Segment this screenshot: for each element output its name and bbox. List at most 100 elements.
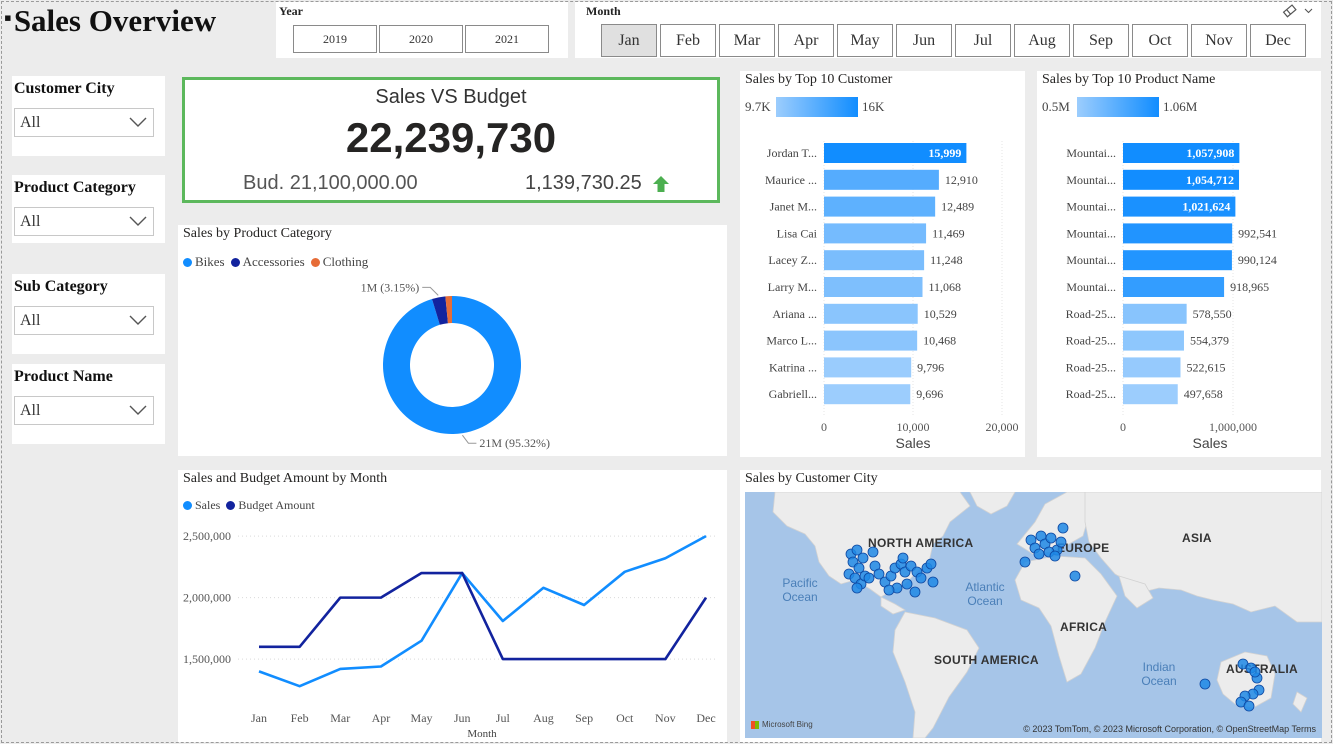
city-point[interactable] (1069, 570, 1081, 582)
month-button-feb[interactable]: Feb (660, 24, 716, 57)
year-slicer-label: Year (279, 4, 303, 18)
city-point[interactable] (901, 578, 913, 590)
bar[interactable] (1123, 223, 1233, 244)
city-point[interactable] (909, 586, 921, 598)
x-tick-label: Jan (251, 711, 267, 725)
sub-category-dropdown[interactable]: All (14, 306, 154, 335)
sub-category-slicer: Sub Category All (12, 274, 165, 354)
month-button-jun[interactable]: Jun (896, 24, 952, 57)
product-category-slicer: Product Category All (12, 175, 165, 243)
product-name-slicer: Product Name All (12, 364, 165, 444)
customer-bar-chart: 9.7K 16K 0 10,000 20,000 Sales Jordan T... 15,9… (745, 97, 1019, 451)
world-map[interactable]: NORTH AMERICA EUROPE ASIA AFRICA SOUTH A… (745, 492, 1322, 738)
customer-city-dropdown[interactable]: All (14, 108, 154, 137)
customer-city-value: All (20, 114, 41, 131)
bar-value-label: 1,054,712 (1186, 173, 1234, 187)
product-category-chart[interactable]: Sales by Product Category Bikes Accessor… (178, 225, 727, 456)
city-point[interactable] (1019, 556, 1031, 568)
x-tick-label: 0 (821, 420, 827, 434)
series-line-sales[interactable] (258, 535, 707, 688)
bar[interactable] (824, 223, 927, 244)
category-label: Road-25... (1066, 360, 1116, 374)
bar[interactable] (824, 169, 939, 190)
bar[interactable] (1123, 330, 1184, 351)
product-name-value: All (20, 402, 41, 419)
month-button-oct[interactable]: Oct (1132, 24, 1188, 57)
bar[interactable] (824, 250, 925, 271)
bar[interactable] (824, 330, 918, 351)
donut-leader-bikes (462, 434, 477, 444)
city-point[interactable] (867, 546, 879, 558)
city-point[interactable] (897, 552, 909, 564)
city-point[interactable] (1199, 678, 1211, 690)
bar[interactable] (824, 303, 918, 324)
bar-value-label: 992,541 (1238, 226, 1277, 240)
gradient-legend-min: 9.7K (745, 99, 771, 114)
product-category-dropdown[interactable]: All (14, 207, 154, 236)
city-point[interactable] (1249, 666, 1261, 678)
bar-value-label: 918,965 (1230, 280, 1269, 294)
bar[interactable] (824, 357, 912, 378)
city-point[interactable] (1045, 532, 1057, 544)
city-point[interactable] (915, 572, 927, 584)
product-name-label: Product Name (14, 368, 113, 385)
bar[interactable] (824, 196, 936, 217)
month-button-mar[interactable]: Mar (719, 24, 775, 57)
bar[interactable] (824, 384, 911, 405)
month-button-apr[interactable]: Apr (778, 24, 834, 57)
city-point[interactable] (925, 558, 937, 570)
year-button-2020[interactable]: 2020 (379, 25, 463, 53)
month-button-jan[interactable]: Jan (601, 24, 657, 57)
bar-value-label: 990,124 (1238, 253, 1277, 267)
bar[interactable] (1123, 384, 1178, 405)
product-name-dropdown[interactable]: All (14, 396, 154, 425)
map-credit[interactable]: © 2023 TomTom, © 2023 Microsoft Corporat… (1023, 724, 1316, 734)
city-point[interactable] (853, 562, 865, 574)
donut-label-bikes: 21M (95.32%) (479, 436, 550, 450)
month-button-sep[interactable]: Sep (1073, 24, 1129, 57)
x-axis-title: Sales (1192, 435, 1227, 451)
top-customer-chart[interactable]: Sales by Top 10 Customer 9.7K 16K 0 10,000 2… (740, 71, 1025, 457)
month-button-dec[interactable]: Dec (1250, 24, 1306, 57)
category-label: Gabriell... (769, 387, 817, 401)
city-point[interactable] (851, 582, 863, 594)
city-point[interactable] (1057, 522, 1069, 534)
x-tick-label: Dec (696, 711, 715, 725)
gradient-legend-bar (776, 97, 858, 117)
category-label: Larry M... (768, 280, 817, 294)
customer-city-label: Customer City (14, 80, 115, 97)
y-tick-label: 1,500,000 (183, 652, 231, 666)
city-point[interactable] (1033, 548, 1045, 560)
month-button-aug[interactable]: Aug (1014, 24, 1070, 57)
x-tick-label: Aug (533, 711, 554, 725)
city-point[interactable] (1055, 536, 1067, 548)
month-button-may[interactable]: May (837, 24, 893, 57)
eraser-icon[interactable] (1282, 4, 1322, 23)
year-button-2019[interactable]: 2019 (293, 25, 377, 53)
series-line-budget-amount[interactable] (259, 571, 708, 661)
month-slicer-label: Month (586, 4, 621, 18)
bar-value-label: 522,615 (1186, 360, 1225, 374)
kpi-card[interactable]: Sales VS Budget 22,239,730 Bud. 21,100,0… (182, 77, 720, 203)
bar[interactable] (1123, 357, 1181, 378)
city-point[interactable] (863, 572, 875, 584)
sales-budget-line-chart[interactable]: Sales and Budget Amount by Month Sales B… (178, 470, 727, 742)
city-point[interactable] (857, 552, 869, 564)
bar-value-label: 1,021,624 (1182, 200, 1230, 214)
city-point[interactable] (883, 584, 895, 596)
bar[interactable] (824, 277, 923, 297)
bing-logo: Microsoft Bing (751, 720, 813, 729)
city-point[interactable] (1049, 550, 1061, 562)
month-button-nov[interactable]: Nov (1191, 24, 1247, 57)
bar[interactable] (1123, 277, 1225, 297)
year-button-2021[interactable]: 2021 (465, 25, 549, 53)
bar[interactable] (1123, 303, 1187, 324)
donut-leader-accessories (422, 286, 439, 296)
customer-city-slicer: Customer City All (12, 76, 165, 156)
x-tick-label: Oct (616, 711, 634, 725)
top-product-chart[interactable]: Sales by Top 10 Product Name 0.5M 1.06M 0 1… (1037, 71, 1321, 457)
bar[interactable] (1123, 250, 1232, 271)
city-point[interactable] (927, 576, 939, 588)
city-point[interactable] (1243, 700, 1255, 712)
month-button-jul[interactable]: Jul (955, 24, 1011, 57)
